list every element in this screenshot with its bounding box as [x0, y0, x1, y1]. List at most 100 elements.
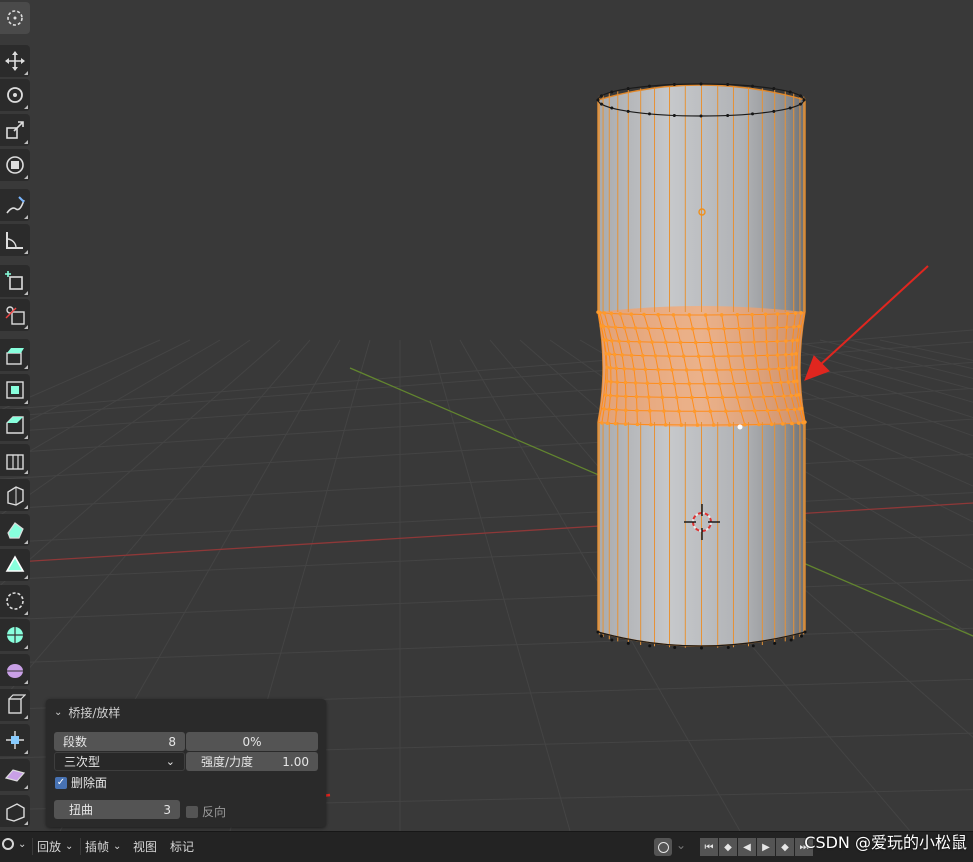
bevel-tool[interactable]: [0, 409, 30, 441]
jump-start-icon: ⏮: [704, 841, 714, 853]
interpolation-select[interactable]: 三次型 ⌄: [54, 752, 185, 771]
move-tool[interactable]: [0, 45, 30, 77]
next-keyframe-button[interactable]: ◆: [776, 838, 794, 856]
checkmark-icon: ✓: [55, 776, 67, 789]
playback-menu[interactable]: 回放 ⌄: [32, 838, 73, 855]
scale-tool[interactable]: [0, 114, 30, 146]
knife-project-tool[interactable]: [0, 479, 30, 511]
prev-keyframe-icon: ◆: [724, 841, 732, 853]
annotate-tool[interactable]: [0, 189, 30, 221]
to-sphere-icon: [6, 731, 24, 749]
to-sphere-tool[interactable]: [0, 724, 30, 756]
rip-region-tool[interactable]: [0, 795, 30, 827]
shrink-fatten-tool[interactable]: [0, 654, 30, 686]
add-cube-icon: [5, 271, 23, 290]
keying-label: 插帧: [85, 840, 110, 854]
loop-cut-tool[interactable]: [0, 444, 30, 476]
segments-field[interactable]: 段数 8: [54, 732, 185, 751]
panel-header[interactable]: ⌄ 桥接/放样: [54, 704, 120, 721]
submenu-corner-icon: [24, 365, 28, 369]
submenu-corner-icon: [24, 505, 28, 509]
submenu-corner-icon: [24, 611, 28, 615]
submenu-corner-icon: [24, 715, 28, 719]
bridge-edge-loops-panel[interactable]: ⌄ 桥接/放样 段数 8 0% 三次型 ⌄ 强度/力度 1.00 ✓ 删除面 扭…: [46, 699, 326, 827]
twist-value: 3: [163, 802, 171, 817]
bevel-icon: [6, 416, 24, 434]
knife-project-icon: [7, 486, 24, 506]
poly-build-tool[interactable]: [0, 514, 30, 546]
timeline-header: ⌄ 回放 ⌄ 插帧 ⌄ 视图 标记 ⌄ ⏮ ◆ ◀ ▶ ◆ ⏭ CSDN @爱玩…: [0, 831, 973, 862]
poly-build-icon: [7, 522, 24, 539]
cylinder-mesh: [596, 82, 807, 650]
submenu-corner-icon: [24, 105, 28, 109]
extrude-icon: [6, 348, 24, 365]
blend-factor-field[interactable]: 0%: [186, 732, 318, 751]
tool-shelf: [0, 0, 32, 831]
transform-tool[interactable]: [0, 149, 30, 181]
rip-tool[interactable]: [0, 759, 30, 791]
reverse-label: 反向: [202, 805, 227, 819]
submenu-corner-icon: [24, 140, 28, 144]
play-icon: ▶: [762, 841, 770, 853]
knife-tool[interactable]: [0, 299, 30, 331]
rip-region-icon: [6, 803, 25, 822]
submenu-corner-icon: [24, 175, 28, 179]
editor-type-button[interactable]: ⌄: [2, 838, 26, 850]
auto-keying-toggle[interactable]: [654, 838, 672, 856]
extrude-tool[interactable]: [0, 339, 30, 371]
keying-set-dropdown[interactable]: ⌄: [676, 838, 686, 852]
edge-slide-tool[interactable]: [0, 619, 30, 651]
play-reverse-button[interactable]: ◀: [738, 838, 756, 856]
strength-value: 1.00: [282, 754, 309, 769]
jump-start-button[interactable]: ⏮: [700, 838, 718, 856]
marker-menu[interactable]: 标记: [170, 838, 194, 855]
chevron-down-icon: ⌄: [113, 841, 122, 852]
submenu-corner-icon: [24, 575, 28, 579]
x-axis-line: [0, 502, 973, 564]
shear-tool[interactable]: [0, 689, 30, 721]
reverse-checkbox[interactable]: 反向: [186, 803, 226, 820]
transform-icon: [6, 156, 24, 174]
keying-menu[interactable]: 插帧 ⌄: [80, 838, 121, 855]
next-keyframe-icon: ◆: [781, 841, 789, 853]
smooth-tool[interactable]: [0, 585, 30, 617]
inset-tool[interactable]: [0, 374, 30, 406]
strength-field[interactable]: 强度/力度 1.00: [186, 752, 318, 771]
active-vertex: [737, 424, 743, 430]
annotate-icon: [6, 196, 25, 214]
delete-faces-checkbox[interactable]: ✓ 删除面: [55, 774, 107, 791]
submenu-corner-icon: [24, 750, 28, 754]
edge-slide-icon: [7, 627, 23, 643]
inset-icon: [6, 381, 24, 399]
cursor-tool[interactable]: [0, 2, 30, 34]
submenu-corner-icon: [24, 291, 28, 295]
prev-keyframe-button[interactable]: ◆: [719, 838, 737, 856]
submenu-corner-icon: [24, 645, 28, 649]
submenu-corner-icon: [24, 71, 28, 75]
measure-tool[interactable]: [0, 224, 30, 256]
rotate-icon: [7, 87, 23, 103]
clock-icon: [2, 838, 14, 850]
twist-label: 扭曲: [69, 803, 94, 817]
spin-tool[interactable]: [0, 549, 30, 581]
submenu-corner-icon: [24, 540, 28, 544]
chevron-down-icon: ⌄: [165, 755, 175, 768]
submenu-corner-icon: [24, 785, 28, 789]
shear-icon: [8, 694, 26, 714]
panel-title: 桥接/放样: [68, 706, 121, 720]
play-button[interactable]: ▶: [757, 838, 775, 856]
twist-field[interactable]: 扭曲 3: [54, 800, 180, 819]
view-menu[interactable]: 视图: [133, 838, 157, 855]
move-icon: [5, 51, 25, 71]
submenu-corner-icon: [24, 325, 28, 329]
submenu-corner-icon: [24, 435, 28, 439]
rip-icon: [4, 769, 26, 782]
submenu-corner-icon: [24, 215, 28, 219]
submenu-corner-icon: [24, 250, 28, 254]
rotate-tool[interactable]: [0, 79, 30, 111]
blend-factor-value: 0%: [242, 734, 262, 749]
checkbox-icon: [186, 805, 198, 818]
add-cube-tool[interactable]: [0, 265, 30, 297]
cursor-icon: [7, 10, 23, 26]
chevron-down-icon[interactable]: ⌄: [54, 707, 62, 718]
